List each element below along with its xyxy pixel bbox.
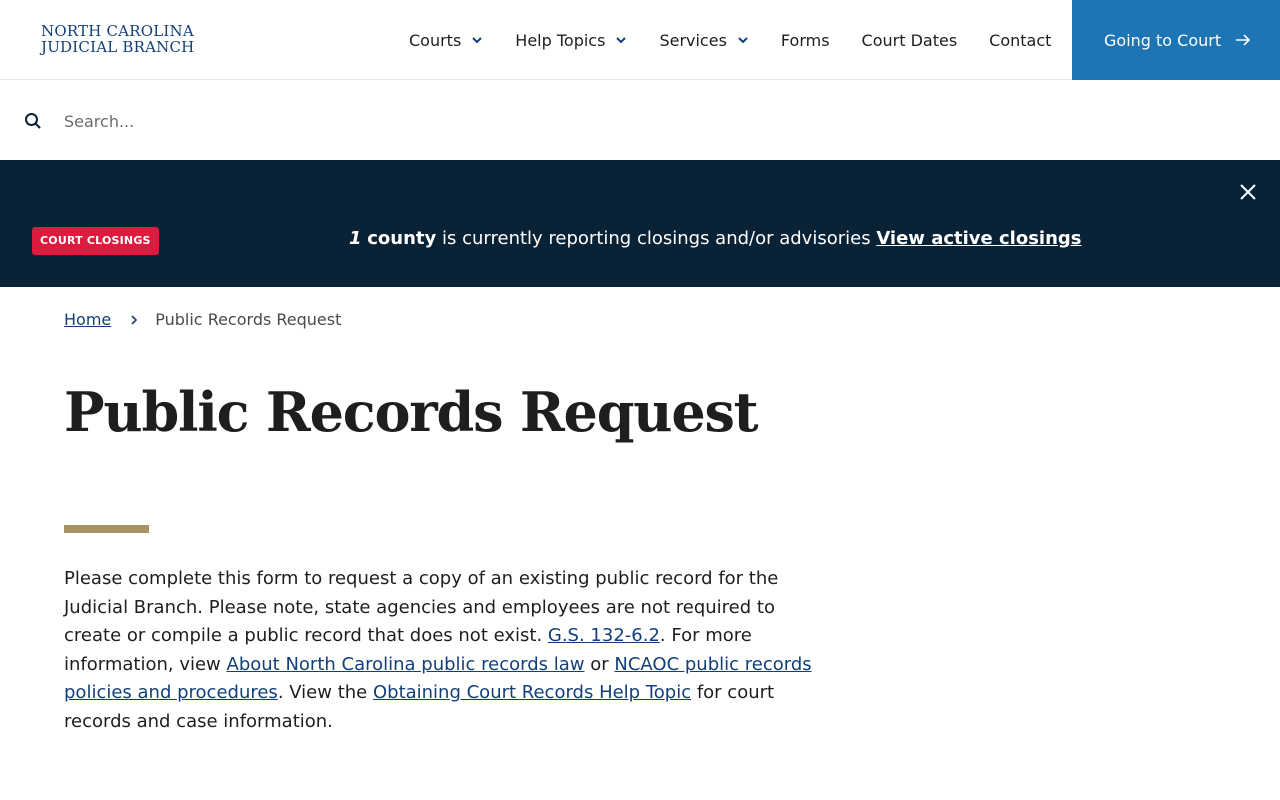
arrow-right-icon [1236,34,1251,46]
search-icon[interactable] [24,112,42,130]
nav-help-topics[interactable]: Help Topics [515,31,627,50]
site-logo[interactable]: NORTH CAROLINA JUDICIAL BRANCH [41,23,194,55]
close-icon [1240,184,1256,200]
nav-services[interactable]: Services [659,31,748,50]
nav-help-topics-label: Help Topics [515,30,606,50]
public-records-law-link[interactable]: About North Carolina public records law [227,654,585,675]
chevron-right-icon [131,314,138,325]
chevron-down-icon [472,37,483,44]
obtaining-court-records-link[interactable]: Obtaining Court Records Help Topic [373,682,691,703]
nav-court-dates-label: Court Dates [861,30,958,50]
closings-count: 1 [349,228,362,249]
breadcrumb-current: Public Records Request [155,310,342,329]
closings-message-text: is currently reporting closings and/or a… [436,228,877,249]
nav-courts[interactable]: Courts [409,31,483,50]
going-to-court-button[interactable]: Going to Court [1072,0,1280,80]
nav-court-dates[interactable]: Court Dates [862,31,958,50]
nav-services-label: Services [659,30,727,50]
nav-contact[interactable]: Contact [989,31,1051,50]
search-bar [0,81,1280,160]
nav-contact-label: Contact [989,30,1052,50]
court-closings-badge: COURT CLOSINGS [32,227,159,255]
title-accent-rule [64,525,149,533]
logo-line-2: JUDICIAL BRANCH [41,38,195,56]
main-nav: Courts Help Topics Services Forms Court … [409,0,1051,80]
page-title: Public Records Request [64,380,759,444]
intro-paragraph: Please complete this form to request a c… [64,565,824,736]
closings-count-unit: county [367,228,437,249]
court-closings-banner: COURT CLOSINGS 1 county is currently rep… [0,160,1280,287]
view-active-closings-link[interactable]: View active closings [876,228,1081,249]
breadcrumb-home-link[interactable]: Home [64,310,111,329]
close-banner-button[interactable] [1218,162,1278,222]
nav-forms[interactable]: Forms [781,31,830,50]
gs-132-link[interactable]: G.S. 132-6.2 [548,625,660,646]
closings-message: 1 county is currently reporting closings… [349,228,1082,249]
site-header: NORTH CAROLINA JUDICIAL BRANCH Courts He… [0,0,1280,80]
intro-text-3: or [584,653,615,675]
nav-forms-label: Forms [780,30,830,50]
search-input[interactable] [64,108,764,134]
intro-text-4: . View the [277,682,373,703]
going-to-court-label: Going to Court [1104,30,1222,50]
nav-courts-label: Courts [409,30,462,50]
chevron-down-icon [616,37,627,44]
breadcrumb: Home Public Records Request [64,310,341,329]
logo-line-1: NORTH CAROLINA [41,22,194,40]
chevron-down-icon [738,37,748,44]
